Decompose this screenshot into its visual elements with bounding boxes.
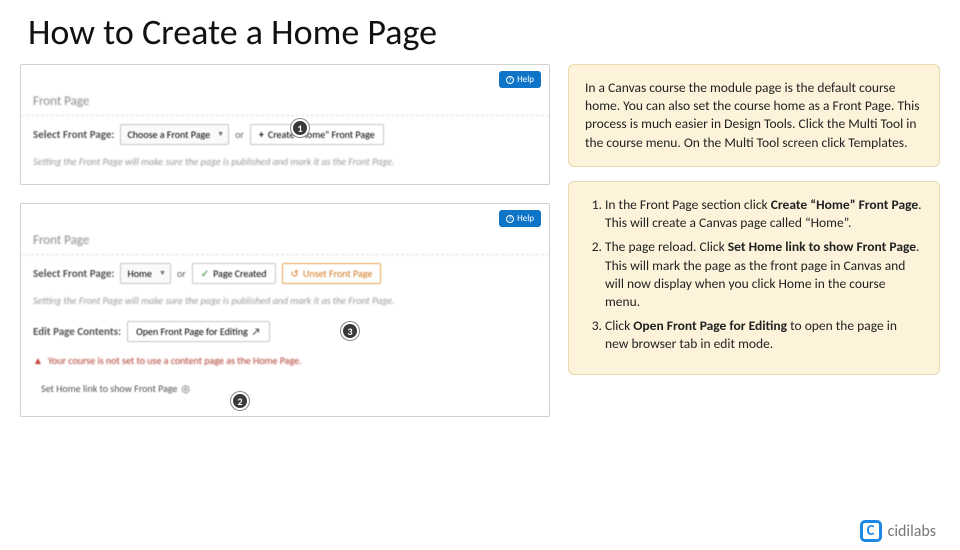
section-header: Front Page xyxy=(21,88,549,116)
unset-label: Unset Front Page xyxy=(303,267,372,280)
step-badge-3: 3 xyxy=(341,322,359,340)
front-page-select[interactable]: Home xyxy=(120,263,170,284)
note-text: Setting the Front Page will make sure th… xyxy=(21,292,549,313)
check-icon: ✓ xyxy=(201,267,209,280)
page-title: How to Create a Home Page xyxy=(28,10,960,54)
or-text: or xyxy=(235,128,244,141)
edit-row: Edit Page Contents: Open Front Page for … xyxy=(21,313,549,350)
panel-after: ? Help Front Page Select Front Page: Hom… xyxy=(20,203,550,417)
create-home-label: Create "Home" Front Page xyxy=(268,128,375,141)
help-label: Help xyxy=(517,213,534,224)
step-badge-1: 1 xyxy=(291,119,309,137)
front-page-select[interactable]: Choose a Front Page xyxy=(120,124,229,145)
panel-before: ? Help Front Page Select Front Page: Cho… xyxy=(20,64,550,185)
plus-icon: + xyxy=(259,128,264,141)
create-home-button[interactable]: + Create "Home" Front Page xyxy=(250,124,384,145)
help-icon: ? xyxy=(506,215,514,223)
instructions-column: In a Canvas course the module page is th… xyxy=(568,64,940,417)
step-badge-2: 2 xyxy=(231,392,249,410)
step-3: Click Open Front Page for Editing to ope… xyxy=(605,317,923,353)
warning-text: Your course is not set to use a content … xyxy=(48,354,302,367)
or-text: or xyxy=(177,267,186,280)
set-home-link-button[interactable]: Set Home link to show Front Page ◎ xyxy=(33,379,198,398)
help-button[interactable]: ? Help xyxy=(499,71,541,88)
footer-logo: C cidilabs xyxy=(860,520,936,542)
screenshots-column: ? Help Front Page Select Front Page: Cho… xyxy=(20,64,550,417)
unset-icon: ↺ xyxy=(291,267,299,280)
intro-text: In a Canvas course the module page is th… xyxy=(585,79,920,151)
select-row: Select Front Page: Choose a Front Page o… xyxy=(21,116,549,153)
steps-box: In the Front Page section click Create “… xyxy=(568,181,940,375)
select-front-page-label: Select Front Page: xyxy=(33,267,114,280)
select-front-page-label: Select Front Page: xyxy=(33,128,114,141)
select-row: Select Front Page: Home or ✓ Page Create… xyxy=(21,255,549,292)
external-icon: ↗ xyxy=(252,325,261,338)
set-home-row: Set Home link to show Front Page ◎ xyxy=(21,371,549,406)
open-for-editing-button[interactable]: Open Front Page for Editing ↗ xyxy=(127,321,269,342)
step-2: The page reload. Click Set Home link to … xyxy=(605,238,923,311)
intro-box: In a Canvas course the module page is th… xyxy=(568,64,940,167)
note-text: Setting the Front Page will make sure th… xyxy=(21,153,549,174)
unset-front-page-button[interactable]: ↺ Unset Front Page xyxy=(282,263,382,284)
logo-text: cidilabs xyxy=(888,522,936,541)
warning-row: ▲ Your course is not set to use a conten… xyxy=(21,350,549,371)
set-home-label: Set Home link to show Front Page xyxy=(41,382,177,395)
help-label: Help xyxy=(517,74,534,85)
page-created-button[interactable]: ✓ Page Created xyxy=(192,263,276,284)
logo-icon: C xyxy=(860,520,882,542)
edit-contents-label: Edit Page Contents: xyxy=(33,325,121,338)
target-icon: ◎ xyxy=(181,382,190,395)
page-created-label: Page Created xyxy=(213,267,266,280)
help-icon: ? xyxy=(506,76,514,84)
warning-icon: ▲ xyxy=(33,354,43,367)
open-edit-label: Open Front Page for Editing xyxy=(136,325,248,338)
help-button[interactable]: ? Help xyxy=(499,210,541,227)
step-1: In the Front Page section click Create “… xyxy=(605,196,923,232)
content-area: ? Help Front Page Select Front Page: Cho… xyxy=(0,64,960,417)
steps-list: In the Front Page section click Create “… xyxy=(585,196,923,354)
section-header: Front Page xyxy=(21,227,549,255)
